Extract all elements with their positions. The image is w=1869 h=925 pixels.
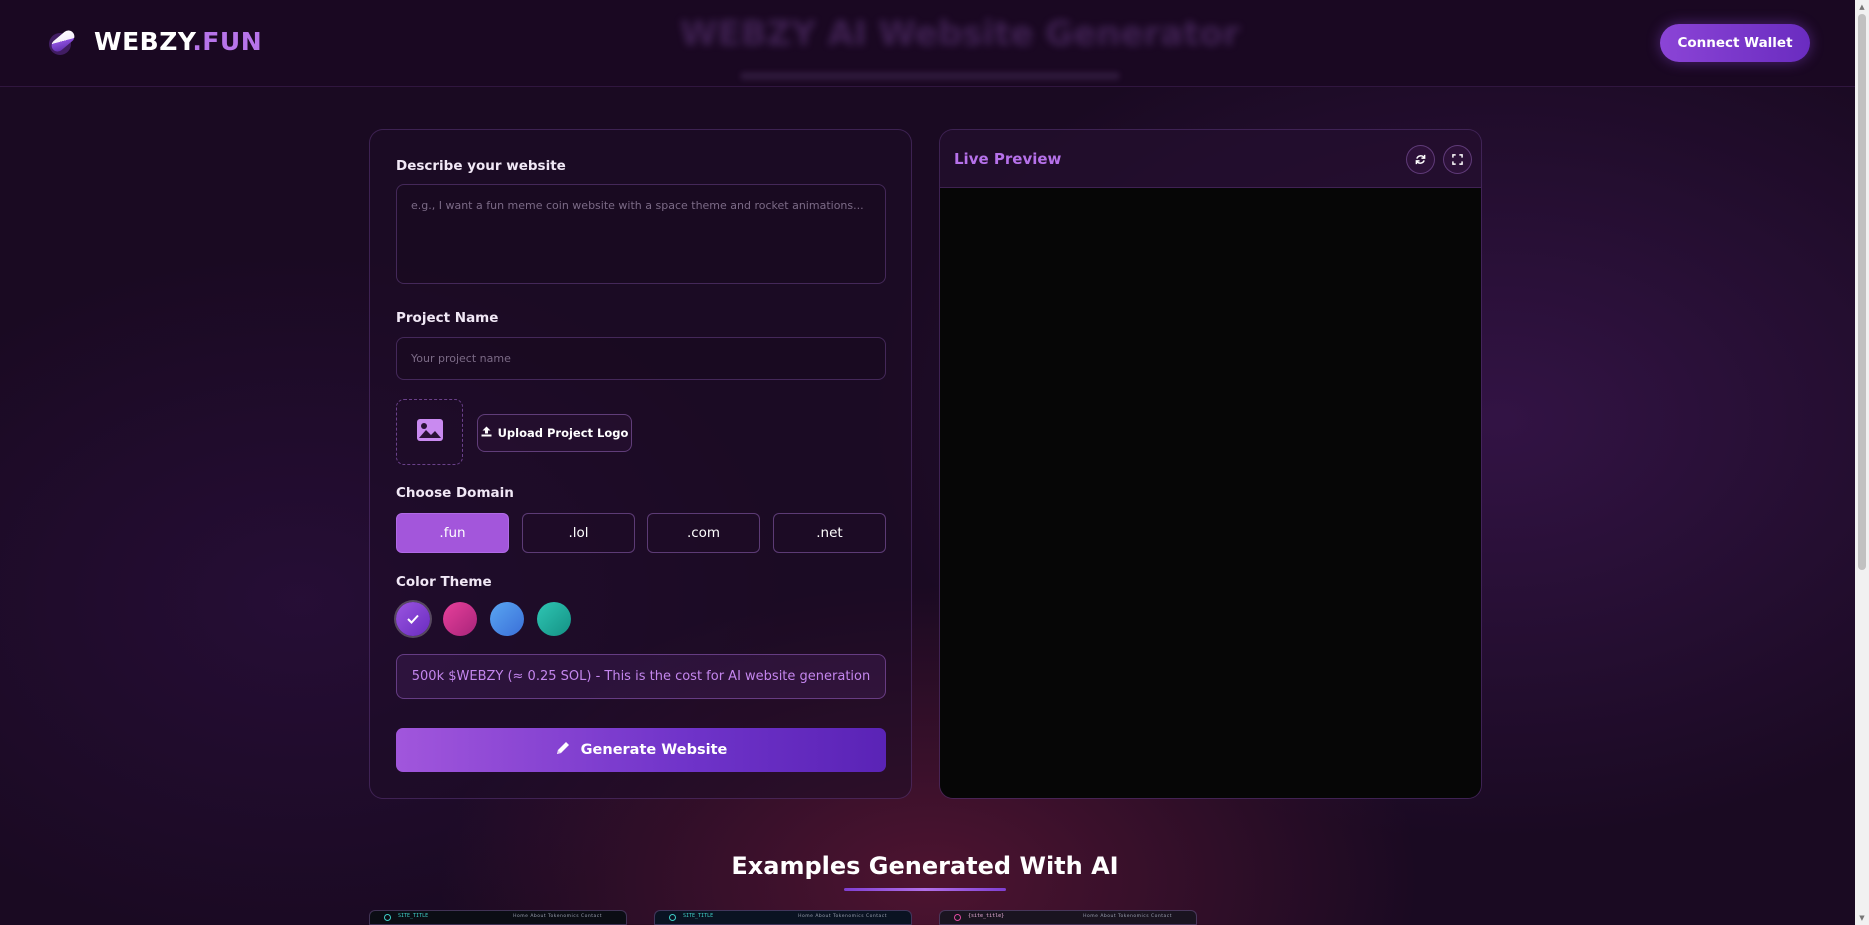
- project-name-input[interactable]: [396, 337, 886, 380]
- domain-option-com[interactable]: .com: [647, 513, 760, 553]
- ghost-title: WEBZY AI Website Generator: [680, 14, 1240, 54]
- color-theme-label: Color Theme: [396, 574, 492, 590]
- thumb-logo-icon: [384, 914, 391, 921]
- scrollbar-thumb[interactable]: [1858, 14, 1866, 570]
- live-preview-panel: Live Preview: [939, 129, 1482, 799]
- pill-icon: [46, 24, 80, 58]
- example-thumbnail-2[interactable]: SITE_TITLE Home About Tokenomics Contact: [654, 910, 912, 925]
- examples-title: Examples Generated With AI: [731, 852, 1119, 880]
- thumb-nav: Home About Tokenomics Contact: [798, 914, 887, 919]
- logo-preview-box[interactable]: [396, 399, 463, 465]
- example-thumbnail-1[interactable]: SITE_TITLE Home About Tokenomics Contact: [369, 910, 627, 925]
- thumb-nav: Home About Tokenomics Contact: [513, 914, 602, 919]
- brand-accent: .FUN: [192, 26, 263, 56]
- domain-label: Choose Domain: [396, 485, 514, 501]
- ghost-subtitle: [740, 72, 1120, 80]
- describe-label: Describe your website: [396, 158, 566, 174]
- domain-option-fun[interactable]: .fun: [396, 513, 509, 553]
- generator-form-panel: Describe your website Project Name Uploa…: [369, 129, 912, 799]
- thumb-nav: Home About Tokenomics Contact: [1083, 914, 1172, 919]
- refresh-preview-button[interactable]: [1406, 145, 1435, 174]
- describe-textarea[interactable]: [396, 184, 886, 284]
- fullscreen-preview-button[interactable]: [1443, 145, 1472, 174]
- generate-website-button[interactable]: Generate Website: [396, 728, 886, 772]
- project-name-label: Project Name: [396, 310, 499, 326]
- refresh-icon: [1415, 150, 1426, 169]
- theme-swatch-blue[interactable]: [490, 602, 524, 636]
- thumb-logo-icon: [954, 914, 961, 921]
- theme-swatch-pink[interactable]: [443, 602, 477, 636]
- top-header: WEBZY.FUN WEBZY AI Website Generator Con…: [0, 0, 1855, 87]
- upload-icon: [481, 426, 492, 440]
- preview-title: Live Preview: [954, 150, 1062, 168]
- image-icon: [416, 418, 444, 446]
- upload-logo-button[interactable]: Upload Project Logo: [477, 414, 632, 452]
- brand-logo[interactable]: WEBZY.FUN: [46, 24, 262, 58]
- example-thumbnail-3[interactable]: {site_title} Home About Tokenomics Conta…: [939, 910, 1197, 925]
- thumb-title: {site_title}: [968, 913, 1005, 919]
- pencil-icon: [555, 740, 571, 760]
- examples-underline: [844, 888, 1006, 891]
- domain-option-net[interactable]: .net: [773, 513, 886, 553]
- brand-main: WEBZY: [94, 26, 193, 56]
- preview-frame[interactable]: [940, 188, 1481, 798]
- theme-swatch-purple[interactable]: [396, 602, 430, 636]
- check-icon: [396, 602, 430, 636]
- domain-option-lol[interactable]: .lol: [522, 513, 635, 553]
- scroll-down-icon[interactable]: ▼: [1857, 913, 1867, 923]
- thumb-title: SITE_TITLE: [683, 913, 714, 919]
- upload-logo-label: Upload Project Logo: [497, 426, 629, 440]
- scroll-up-icon[interactable]: ▲: [1857, 2, 1867, 12]
- connect-wallet-button[interactable]: Connect Wallet: [1660, 24, 1810, 62]
- thumb-title: SITE_TITLE: [398, 913, 429, 919]
- expand-icon: [1452, 150, 1463, 169]
- cost-notice: 500k $WEBZY (≈ 0.25 SOL) - This is the c…: [396, 654, 886, 699]
- brand-name: WEBZY.FUN: [94, 27, 262, 56]
- theme-swatch-teal[interactable]: [537, 602, 571, 636]
- preview-header: Live Preview: [940, 130, 1481, 188]
- generate-website-label: Generate Website: [580, 742, 728, 758]
- thumb-logo-icon: [669, 914, 676, 921]
